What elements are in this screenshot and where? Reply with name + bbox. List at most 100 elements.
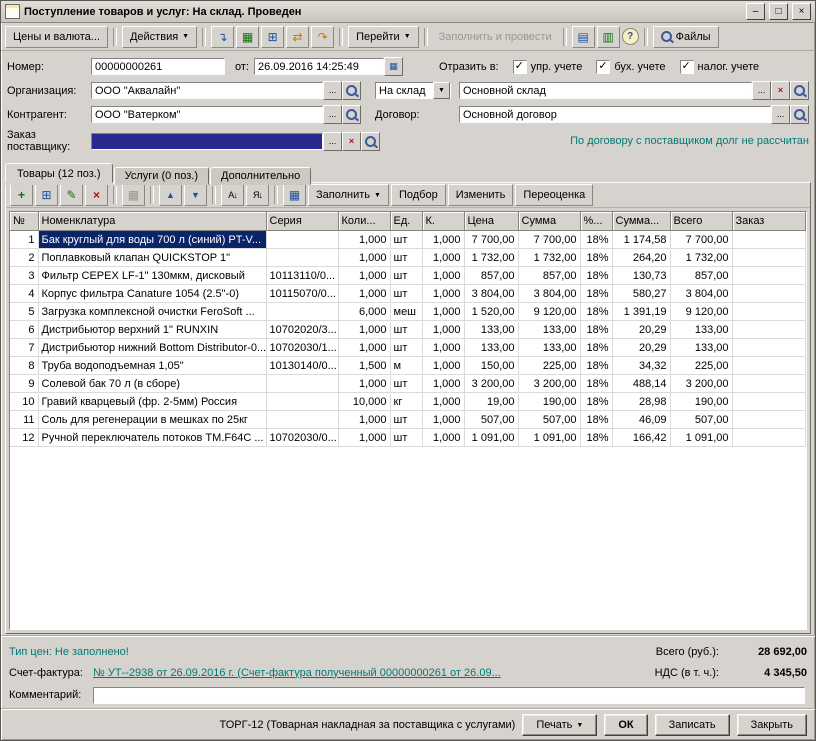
cell-order[interactable] bbox=[732, 357, 806, 375]
cell-qty[interactable]: 1,000 bbox=[338, 231, 390, 249]
move-down-button[interactable]: ▼ bbox=[184, 184, 207, 206]
cell-unit[interactable]: шт bbox=[390, 321, 422, 339]
checkbox-upr-uchete[interactable]: упр. учете bbox=[513, 60, 583, 74]
cell-k[interactable]: 1,000 bbox=[422, 285, 464, 303]
cell-qty[interactable]: 6,000 bbox=[338, 303, 390, 321]
cell-unit[interactable]: кг bbox=[390, 393, 422, 411]
cell-n[interactable]: 2 bbox=[10, 249, 38, 267]
cell-sum[interactable]: 1 732,00 bbox=[518, 249, 580, 267]
cell-total[interactable]: 1 091,00 bbox=[670, 429, 732, 447]
post-document-button[interactable]: ↴ bbox=[211, 26, 234, 48]
cell-n[interactable]: 10 bbox=[10, 393, 38, 411]
checkbox-checked-icon[interactable] bbox=[513, 60, 527, 74]
cell-name[interactable]: Дистрибьютор верхний 1" RUNXIN bbox=[38, 321, 266, 339]
chevron-down-icon[interactable]: ▼ bbox=[433, 82, 450, 99]
cell-total[interactable]: 133,00 bbox=[670, 321, 732, 339]
help-button[interactable]: ? bbox=[622, 28, 639, 45]
cell-unit[interactable]: меш bbox=[390, 303, 422, 321]
supplier-order-input[interactable] bbox=[91, 133, 323, 150]
cell-name[interactable]: Солевой бак 70 л (в сборе) bbox=[38, 375, 266, 393]
invoice-link[interactable]: № УТ--2938 от 26.09.2016 г. (Счет-фактур… bbox=[93, 667, 501, 679]
column-header-quantity[interactable]: Коли... bbox=[338, 212, 390, 231]
cell-total[interactable]: 3 200,00 bbox=[670, 375, 732, 393]
cell-order[interactable] bbox=[732, 321, 806, 339]
checkbox-checked-icon[interactable] bbox=[596, 60, 610, 74]
cell-vat_sum[interactable]: 166,42 bbox=[612, 429, 670, 447]
table-row[interactable]: 10Гравий кварцевый (фр. 2-5мм) Россия10,… bbox=[10, 393, 806, 411]
torg12-button[interactable]: ТОРГ-12 (Товарная накладная за поставщик… bbox=[220, 719, 516, 731]
cell-unit[interactable]: шт bbox=[390, 339, 422, 357]
cell-vat_sum[interactable]: 20,29 bbox=[612, 321, 670, 339]
cell-vat_sum[interactable]: 34,32 bbox=[612, 357, 670, 375]
number-input[interactable] bbox=[91, 58, 225, 75]
cell-name[interactable]: Бак круглый для воды 700 л (синий) PT-V.… bbox=[38, 231, 266, 249]
cell-total[interactable]: 1 732,00 bbox=[670, 249, 732, 267]
cell-total[interactable]: 133,00 bbox=[670, 339, 732, 357]
document-movements-button[interactable]: ⇄ bbox=[286, 26, 309, 48]
table-row[interactable]: 6Дистрибьютор верхний 1" RUNXIN10702020/… bbox=[10, 321, 806, 339]
cell-qty[interactable]: 1,000 bbox=[338, 249, 390, 267]
cell-total[interactable]: 507,00 bbox=[670, 411, 732, 429]
cell-vat_sum[interactable]: 130,73 bbox=[612, 267, 670, 285]
cell-n[interactable]: 4 bbox=[10, 285, 38, 303]
cell-vat[interactable]: 18% bbox=[580, 375, 612, 393]
cell-order[interactable] bbox=[732, 393, 806, 411]
cell-unit[interactable]: шт bbox=[390, 429, 422, 447]
column-header-nomenclature[interactable]: Номенклатура bbox=[38, 212, 266, 231]
cell-qty[interactable]: 10,000 bbox=[338, 393, 390, 411]
cell-vat_sum[interactable]: 46,09 bbox=[612, 411, 670, 429]
cell-sum[interactable]: 225,00 bbox=[518, 357, 580, 375]
warehouse-select-button[interactable]: ... bbox=[752, 81, 771, 100]
cell-vat_sum[interactable]: 1 391,19 bbox=[612, 303, 670, 321]
cell-qty[interactable]: 1,500 bbox=[338, 357, 390, 375]
cell-vat[interactable]: 18% bbox=[580, 429, 612, 447]
reread-button[interactable]: ▦ bbox=[236, 26, 259, 48]
cell-order[interactable] bbox=[732, 249, 806, 267]
cell-series[interactable] bbox=[266, 303, 338, 321]
table-row[interactable]: 1Бак круглый для воды 700 л (синий) PT-V… bbox=[10, 231, 806, 249]
column-header-unit[interactable]: Ед. bbox=[390, 212, 422, 231]
column-header-number[interactable]: № bbox=[10, 212, 38, 231]
table-row[interactable]: 11Соль для регенерации в мешках по 25кг1… bbox=[10, 411, 806, 429]
cell-qty[interactable]: 1,000 bbox=[338, 375, 390, 393]
date-input[interactable] bbox=[254, 58, 384, 75]
cell-n[interactable]: 5 bbox=[10, 303, 38, 321]
table-row[interactable]: 3Фильтр CEPEX LF-1" 130мкм, дисковый1011… bbox=[10, 267, 806, 285]
files-button[interactable]: Файлы bbox=[653, 26, 719, 48]
calendar-button[interactable]: ▦ bbox=[384, 57, 403, 76]
cell-sum[interactable]: 190,00 bbox=[518, 393, 580, 411]
goto-button[interactable]: Перейти▼ bbox=[348, 26, 419, 48]
cell-series[interactable]: 10702020/3... bbox=[266, 321, 338, 339]
tab-services[interactable]: Услуги (0 поз.) bbox=[114, 167, 209, 185]
change-button[interactable]: Изменить bbox=[448, 184, 514, 206]
cell-k[interactable]: 1,000 bbox=[422, 375, 464, 393]
checkbox-checked-icon[interactable] bbox=[680, 60, 694, 74]
cell-vat[interactable]: 18% bbox=[580, 357, 612, 375]
cell-vat[interactable]: 18% bbox=[580, 303, 612, 321]
fill-and-post-button[interactable]: Заполнить и провести bbox=[433, 31, 558, 43]
cell-price[interactable]: 133,00 bbox=[464, 339, 518, 357]
table-row[interactable]: 8Труба водоподъемная 1,05"10130140/0...1… bbox=[10, 357, 806, 375]
cell-n[interactable]: 6 bbox=[10, 321, 38, 339]
cell-vat[interactable]: 18% bbox=[580, 339, 612, 357]
cell-vat_sum[interactable]: 488,14 bbox=[612, 375, 670, 393]
cell-sum[interactable]: 9 120,00 bbox=[518, 303, 580, 321]
column-header-series[interactable]: Серия bbox=[266, 212, 338, 231]
cell-qty[interactable]: 1,000 bbox=[338, 339, 390, 357]
cell-n[interactable]: 8 bbox=[10, 357, 38, 375]
warehouse-type-combo[interactable]: На склад ▼ bbox=[375, 82, 451, 99]
add-row-button[interactable]: + bbox=[10, 184, 33, 206]
cell-name[interactable]: Дистрибьютор нижний Bottom Distributor-0… bbox=[38, 339, 266, 357]
cell-price[interactable]: 1 732,00 bbox=[464, 249, 518, 267]
cell-series[interactable] bbox=[266, 393, 338, 411]
cell-order[interactable] bbox=[732, 411, 806, 429]
table-row[interactable]: 12Ручной переключатель потоков ТМ.F64C .… bbox=[10, 429, 806, 447]
order-open-button[interactable] bbox=[361, 132, 380, 151]
cell-n[interactable]: 9 bbox=[10, 375, 38, 393]
cell-vat[interactable]: 18% bbox=[580, 249, 612, 267]
organization-select-button[interactable]: ... bbox=[323, 81, 342, 100]
cell-k[interactable]: 1,000 bbox=[422, 231, 464, 249]
cell-unit[interactable]: шт bbox=[390, 267, 422, 285]
column-header-vat-percent[interactable]: %... bbox=[580, 212, 612, 231]
cell-sum[interactable]: 1 091,00 bbox=[518, 429, 580, 447]
